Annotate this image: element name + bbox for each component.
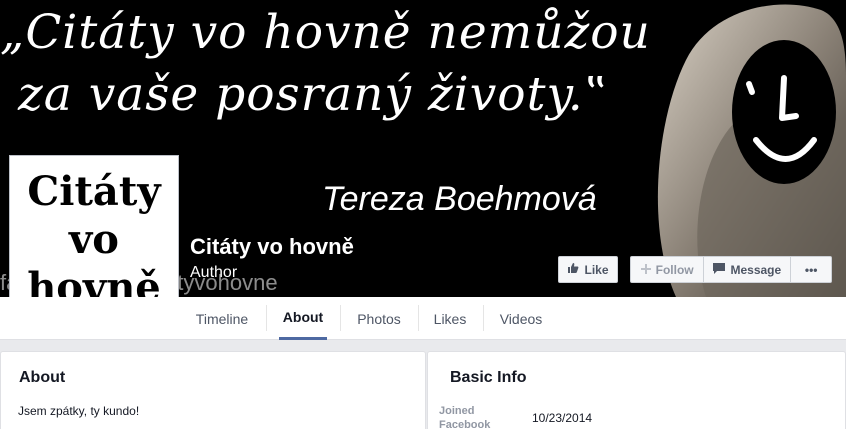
more-options-icon: ••• (804, 262, 818, 277)
cover-quote-line-2: za vaše posraný životy.‟ (18, 67, 609, 122)
profile-picture-image: Citáty vo hovně (14, 160, 174, 320)
about-card-title: About (19, 369, 66, 386)
tab-timeline[interactable]: Timeline (188, 297, 256, 340)
tab-about[interactable]: About (279, 297, 327, 340)
cover-quote-line-1: „Citáty vo hovně nemůžou (0, 5, 651, 60)
like-button-label: Like (584, 262, 609, 277)
tab-likes[interactable]: Likes (430, 297, 470, 340)
cover-portrait-illustration (657, 4, 846, 297)
joined-facebook-label: Joined Facebook (439, 405, 491, 429)
facebook-page-about: „Citáty vo hovně nemůžou za vaše posraný… (0, 0, 846, 429)
profile-picture-line-2: vo (69, 216, 119, 263)
about-description: Jsem zpátky, ty kundo! (18, 404, 140, 418)
about-card: About Jsem zpátky, ty kundo! (0, 351, 426, 429)
page-nav-bar: Timeline About Photos Likes Videos (0, 297, 846, 340)
tab-videos[interactable]: Videos (496, 297, 546, 340)
page-name[interactable]: Citáty vo hovně (190, 234, 354, 260)
more-options-button[interactable]: ••• (791, 257, 831, 282)
follow-button[interactable]: Follow (631, 257, 705, 282)
message-icon (713, 262, 726, 277)
tab-photos[interactable]: Photos (352, 297, 406, 340)
joined-facebook-value: 10/23/2014 (532, 411, 593, 425)
page-action-buttons: Follow Message ••• (630, 256, 832, 283)
like-button[interactable]: Like (558, 256, 618, 283)
nav-divider (483, 305, 484, 331)
basic-info-card: Basic Info Joined Facebook 10/23/2014 (427, 351, 846, 429)
message-button-label: Message (730, 262, 782, 277)
nav-divider (266, 305, 267, 331)
cover-quote: „Citáty vo hovně nemůžou za vaše posraný… (0, 2, 720, 126)
follow-button-label: Follow (655, 262, 694, 277)
profile-picture-line-1: Citáty (27, 168, 161, 215)
nav-divider (340, 305, 341, 331)
page-category[interactable]: Author (190, 264, 237, 282)
plus-icon (640, 263, 651, 277)
basic-info-card-title: Basic Info (450, 369, 527, 386)
nav-divider (418, 305, 419, 331)
thumbs-up-icon (567, 262, 579, 277)
cover-quote-author: Tereza Boehmová (322, 180, 597, 218)
message-button[interactable]: Message (704, 257, 792, 282)
